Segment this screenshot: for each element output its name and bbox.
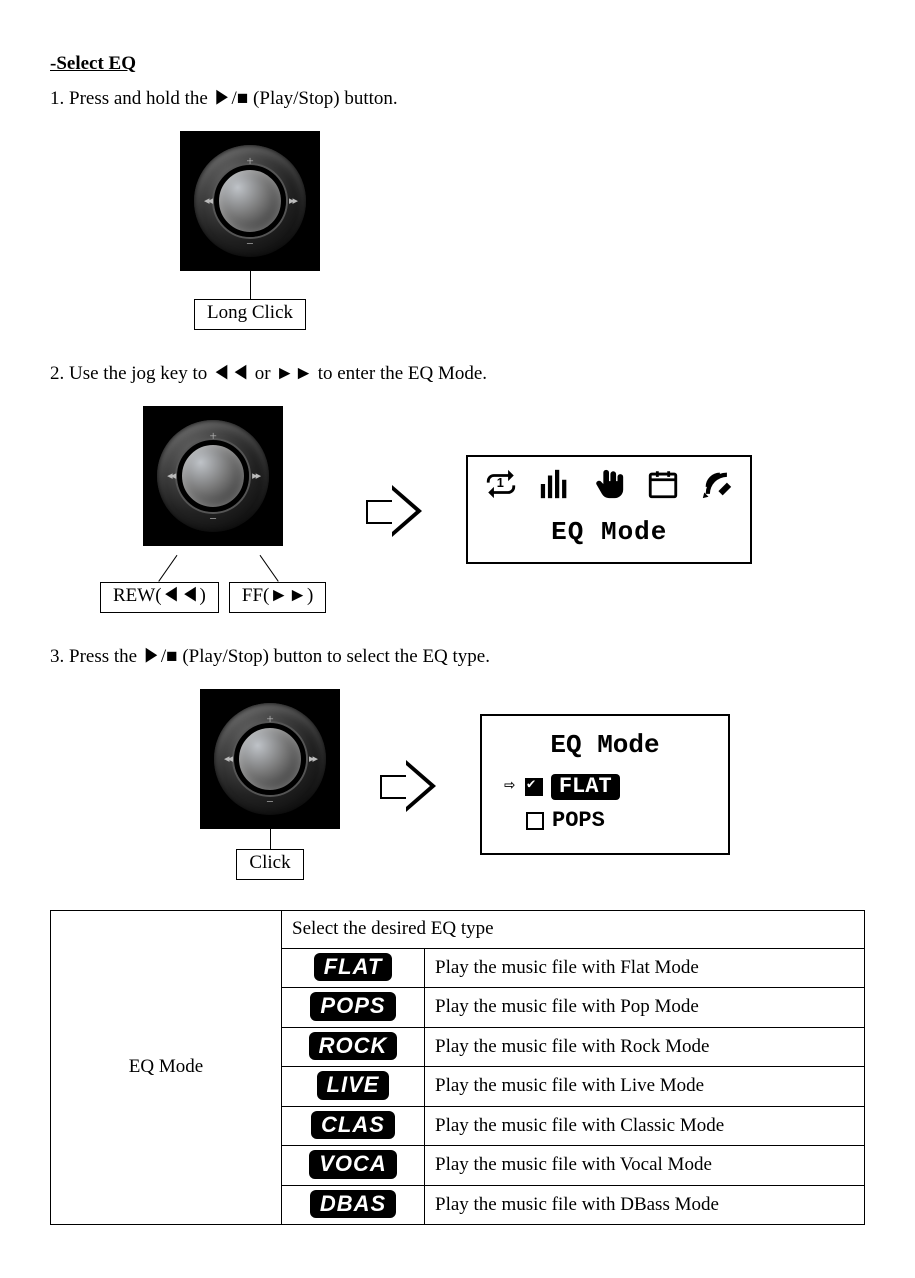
lcd2-option: POPS xyxy=(526,802,706,839)
arrow-right-icon xyxy=(366,480,426,540)
calendar-icon xyxy=(646,467,680,507)
ff-label: FF(►►) xyxy=(229,582,326,613)
ff-glyph-icon: ▸▸ xyxy=(252,468,259,485)
checkbox-empty-icon xyxy=(526,812,544,830)
eq-badge: CLAS xyxy=(311,1111,395,1140)
eq-desc: Play the music file with Vocal Mode xyxy=(425,1146,865,1186)
rew-glyph-icon: ◂◂ xyxy=(204,193,211,210)
checkbox-checked-icon xyxy=(525,778,543,796)
click-label: Click xyxy=(236,849,303,880)
jog-dial-illustration: ◂◂ ▸▸ xyxy=(143,406,283,546)
repeat-icon: 1 xyxy=(484,467,518,507)
lcd-eq-mode-menu: 1 EQ Mode xyxy=(466,455,752,564)
selection-arrow-icon: ⇨ xyxy=(504,773,515,800)
arrow-right-icon xyxy=(380,755,440,815)
ff-glyph-icon: ▸▸ xyxy=(289,193,296,210)
step-2-text: 2. Use the jog key to ◀◀ or ►► to enter … xyxy=(50,360,865,389)
lcd-eq-type-select: EQ Mode ⇨ FLAT POPS xyxy=(480,714,730,855)
lcd-label: EQ Mode xyxy=(551,513,667,552)
rew-label: REW(◀◀) xyxy=(100,582,219,613)
eq-badge: ROCK xyxy=(309,1032,398,1061)
rew-glyph-icon: ◂◂ xyxy=(167,468,174,485)
eq-badge: LIVE xyxy=(317,1071,390,1100)
eq-mode-cell: EQ Mode xyxy=(51,911,282,1225)
eq-desc: Play the music file with Classic Mode xyxy=(425,1106,865,1146)
jog-dial-illustration: ◂◂ ▸▸ xyxy=(180,131,320,271)
eq-badge: POPS xyxy=(310,992,395,1021)
eq-desc: Play the music file with DBass Mode xyxy=(425,1185,865,1225)
hand-icon xyxy=(592,467,626,507)
eq-badge: FLAT xyxy=(314,953,393,982)
step-3-text: 3. Press the ▶/■ (Play/Stop) button to s… xyxy=(50,643,865,672)
step-1-text: 1. Press and hold the ▶/■ (Play/Stop) bu… xyxy=(50,85,865,114)
select-header: Select the desired EQ type xyxy=(282,911,865,949)
equalizer-icon xyxy=(538,467,572,507)
eq-desc: Play the music file with Flat Mode xyxy=(425,948,865,988)
ff-glyph-icon: ▸▸ xyxy=(309,751,316,768)
eq-desc: Play the music file with Live Mode xyxy=(425,1067,865,1107)
lcd2-title: EQ Mode xyxy=(504,726,706,765)
eq-desc: Play the music file with Rock Mode xyxy=(425,1027,865,1067)
eq-badge: VOCA xyxy=(309,1150,397,1179)
section-title: -Select EQ xyxy=(50,50,865,79)
long-click-label: Long Click xyxy=(194,299,306,330)
lcd2-option-selected: ⇨ FLAT xyxy=(504,771,706,802)
svg-text:1: 1 xyxy=(497,475,504,490)
eq-badge: DBAS xyxy=(310,1190,396,1219)
jog-dial-illustration: ◂◂ ▸▸ xyxy=(200,689,340,829)
eq-mode-table: EQ Mode Select the desired EQ type FLAT … xyxy=(50,910,865,1225)
satellite-icon xyxy=(700,467,734,507)
rew-glyph-icon: ◂◂ xyxy=(224,751,231,768)
eq-desc: Play the music file with Pop Mode xyxy=(425,988,865,1028)
